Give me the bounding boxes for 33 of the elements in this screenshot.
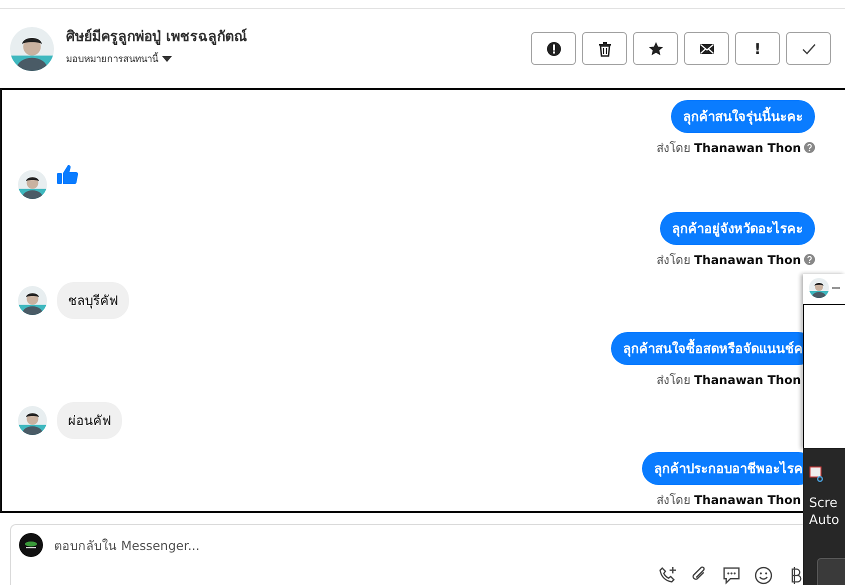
sender-label: ส่งโดย Thanawan Thon <box>656 252 801 269</box>
important-button[interactable]: ! <box>735 32 780 65</box>
notification-title: Scre <box>809 496 838 511</box>
message-bubble: ลุกค้าอยู่จังหวัดอะไรคะ <box>660 212 815 245</box>
trash-icon <box>596 40 612 56</box>
contact-name: ศิษย์มีครูลูกพ่อปู่ เพชรฉลูกัตณ์ <box>66 28 248 47</box>
spam-button[interactable] <box>531 32 576 65</box>
alert-icon <box>546 40 562 56</box>
delete-button[interactable] <box>582 32 627 65</box>
avatar-icon <box>18 406 47 435</box>
message-bubble: ผ่อนคัฟ <box>57 402 122 439</box>
caret-icon[interactable] <box>162 56 172 62</box>
sender-label: ส่งโดย Thanawan Thon <box>656 372 801 389</box>
mail-button[interactable] <box>684 32 729 65</box>
thumbs-up-icon <box>57 164 79 186</box>
star-button[interactable] <box>633 32 678 65</box>
message-bubble: ชลบุรีคัฟ <box>57 282 129 319</box>
star-icon <box>648 40 664 56</box>
emoji-icon[interactable] <box>754 566 773 585</box>
snipping-tool-icon <box>809 466 825 482</box>
avatar-icon <box>18 170 47 199</box>
chat-bubble-icon[interactable] <box>722 566 741 585</box>
sender-label: ส่งโดย Thanawan Thon <box>656 492 801 509</box>
avatar-icon <box>10 26 54 70</box>
notification-body: Auto <box>809 513 840 528</box>
sender-label: ส่งโดย Thanawan Thon <box>656 140 801 157</box>
avatar-icon <box>809 278 829 298</box>
reply-field[interactable]: ตอบกลับใน Messenger... <box>54 538 454 552</box>
message-bubble: ลุกค้าสนใจรุ่นนี้นะคะ <box>671 100 815 133</box>
assign-link[interactable]: มอบหมายการสนทนานี้ <box>66 51 158 66</box>
page-logo-icon <box>19 533 43 557</box>
avatar-icon <box>18 286 47 315</box>
add-call-icon[interactable] <box>658 566 677 585</box>
